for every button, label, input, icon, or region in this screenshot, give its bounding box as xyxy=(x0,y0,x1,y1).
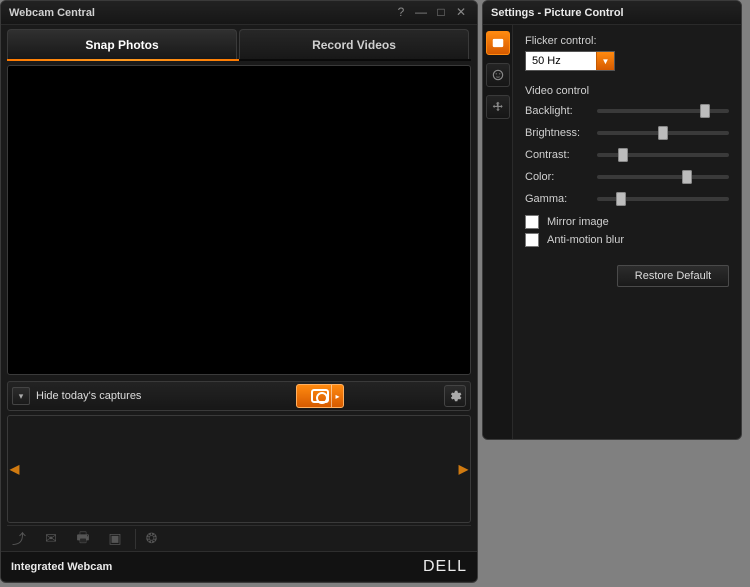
antimotion-checkbox[interactable] xyxy=(525,233,539,247)
flicker-label: Flicker control: xyxy=(525,35,729,47)
backlight-label: Backlight: xyxy=(525,105,597,117)
tab-picture-control[interactable] xyxy=(486,31,510,55)
tab-snap-photos[interactable]: Snap Photos xyxy=(7,29,237,59)
close-button[interactable]: ✕ xyxy=(453,6,469,20)
color-label: Color: xyxy=(525,171,597,183)
face-icon xyxy=(491,68,505,82)
mirror-image-label: Mirror image xyxy=(547,216,609,228)
mirror-image-row: Mirror image xyxy=(525,215,729,229)
mode-tabs: Snap Photos Record Videos xyxy=(7,29,471,59)
slider-thumb[interactable] xyxy=(700,104,710,118)
brightness-slider-row: Brightness: xyxy=(525,127,729,139)
video-control-heading: Video control xyxy=(525,85,729,97)
backlight-slider-row: Backlight: xyxy=(525,105,729,117)
action-row: ⤴ ✉ 🖶 ▣ ❂ xyxy=(7,525,471,551)
brightness-slider[interactable] xyxy=(597,131,729,135)
collapse-captures-button[interactable]: ▾ xyxy=(12,387,30,405)
color-slider-row: Color: xyxy=(525,171,729,183)
contrast-label: Contrast: xyxy=(525,149,597,161)
camera-preview xyxy=(7,65,471,375)
restore-default-button[interactable]: Restore Default xyxy=(617,265,729,287)
slider-thumb[interactable] xyxy=(682,170,692,184)
minimize-button[interactable]: — xyxy=(413,6,429,20)
settings-category-tabs xyxy=(483,25,513,439)
antimotion-label: Anti-motion blur xyxy=(547,234,624,246)
help-button[interactable]: ? xyxy=(393,6,409,20)
print-button[interactable]: 🖶 xyxy=(71,529,95,549)
slider-thumb[interactable] xyxy=(616,192,626,206)
dropdown-icon: ▼ xyxy=(596,52,614,70)
brand-logo: DELL xyxy=(423,558,467,576)
tab-underline xyxy=(7,59,471,61)
titlebar: Webcam Central ? — □ ✕ xyxy=(1,1,477,25)
hide-captures-label: Hide today's captures xyxy=(36,390,141,402)
upload-button[interactable]: ⤴ xyxy=(7,529,31,549)
footer: Integrated Webcam DELL xyxy=(1,551,477,581)
settings-content: Flicker control: 50 Hz ▼ Video control B… xyxy=(513,25,741,439)
settings-window: Settings - Picture Control Flicker contr… xyxy=(482,0,742,440)
webcam-central-window: Webcam Central ? — □ ✕ Snap Photos Recor… xyxy=(0,0,478,583)
tab-label: Snap Photos xyxy=(85,38,158,52)
mirror-image-checkbox[interactable] xyxy=(525,215,539,229)
backlight-slider[interactable] xyxy=(597,109,729,113)
open-folder-button[interactable]: ▣ xyxy=(103,529,127,549)
flicker-value: 50 Hz xyxy=(532,55,561,67)
gallery-prev-button[interactable]: ◀ xyxy=(8,462,21,476)
capture-mode-dropdown[interactable]: ▸ xyxy=(331,385,343,407)
tab-face-tracking[interactable] xyxy=(486,63,510,87)
email-button[interactable]: ✉ xyxy=(39,529,63,549)
window-title: Webcam Central xyxy=(9,7,389,19)
gamma-slider[interactable] xyxy=(597,197,729,201)
capture-bar: ▾ Hide today's captures ▸ xyxy=(7,381,471,411)
gamma-label: Gamma: xyxy=(525,193,597,205)
slider-thumb[interactable] xyxy=(618,148,628,162)
flicker-select[interactable]: 50 Hz ▼ xyxy=(525,51,615,71)
brightness-label: Brightness: xyxy=(525,127,597,139)
maximize-button[interactable]: □ xyxy=(433,6,449,20)
tab-pan-zoom[interactable] xyxy=(486,95,510,119)
settings-title: Settings - Picture Control xyxy=(483,1,741,25)
gamma-slider-row: Gamma: xyxy=(525,193,729,205)
settings-button[interactable] xyxy=(444,385,466,407)
tab-label: Record Videos xyxy=(312,38,396,52)
slider-thumb[interactable] xyxy=(658,126,668,140)
pan-icon xyxy=(491,100,505,114)
contrast-slider[interactable] xyxy=(597,153,729,157)
tab-record-videos[interactable]: Record Videos xyxy=(239,29,469,59)
capture-button[interactable]: ▸ xyxy=(296,384,344,408)
picture-icon xyxy=(491,36,505,50)
effects-button[interactable]: ❂ xyxy=(135,529,159,549)
captures-gallery: ◀ ▶ xyxy=(7,415,471,523)
camera-icon xyxy=(311,389,329,403)
gear-icon xyxy=(448,389,462,403)
color-slider[interactable] xyxy=(597,175,729,179)
contrast-slider-row: Contrast: xyxy=(525,149,729,161)
device-label: Integrated Webcam xyxy=(11,561,112,573)
gallery-next-button[interactable]: ▶ xyxy=(457,462,470,476)
antimotion-row: Anti-motion blur xyxy=(525,233,729,247)
